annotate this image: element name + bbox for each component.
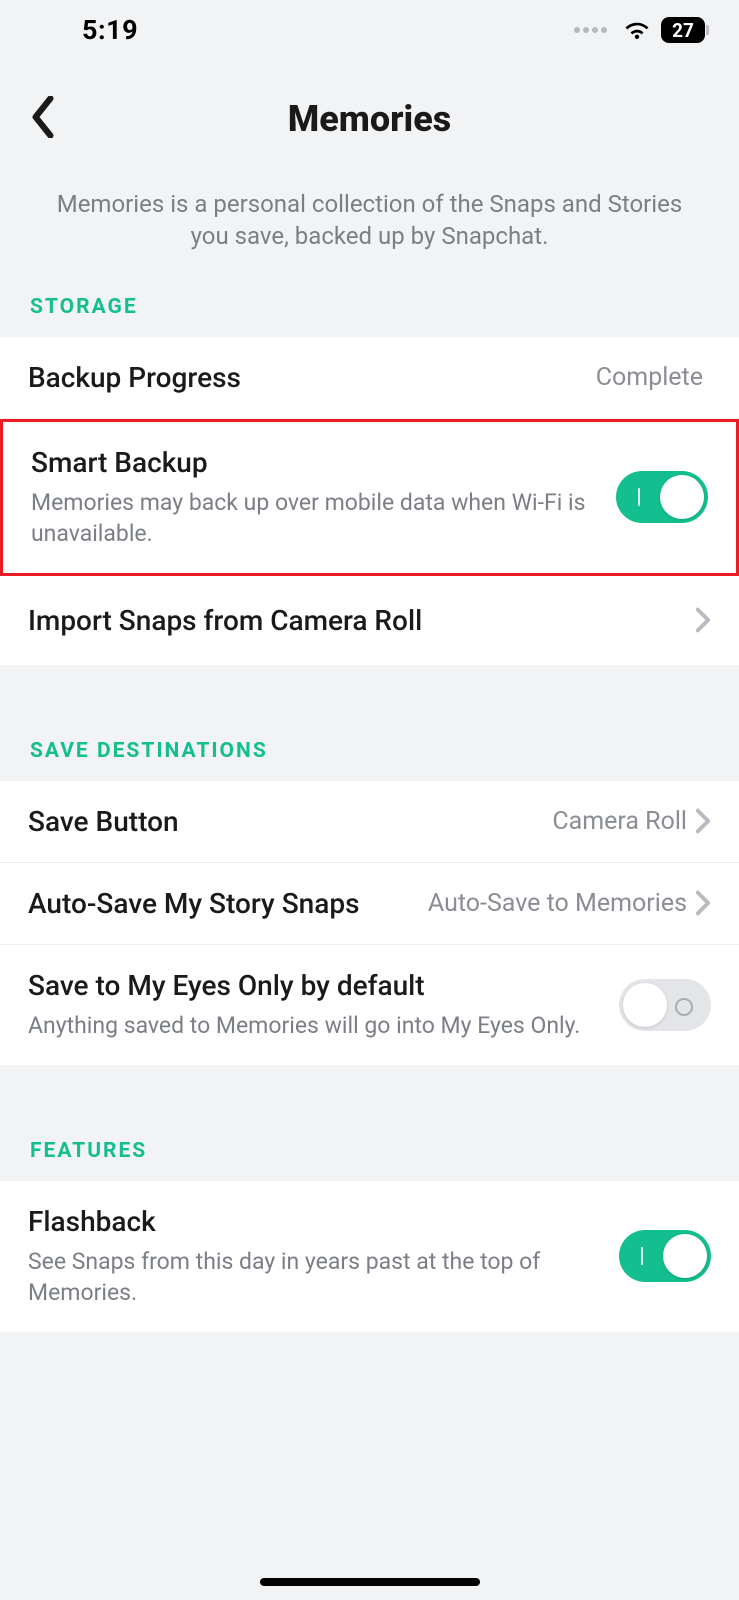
page-description: Memories is a personal collection of the… xyxy=(0,170,739,283)
section-header-storage: STORAGE xyxy=(0,283,739,337)
signal-dots-icon xyxy=(574,27,607,33)
home-indicator[interactable] xyxy=(260,1578,480,1586)
chevron-right-icon xyxy=(695,890,711,916)
battery-level: 27 xyxy=(661,17,705,43)
smart-backup-label: Smart Backup xyxy=(31,446,616,479)
eyes-only-label: Save to My Eyes Only by default xyxy=(28,969,619,1002)
header: Memories xyxy=(0,60,739,170)
row-backup-progress[interactable]: Backup Progress Complete xyxy=(0,337,739,419)
flashback-label: Flashback xyxy=(28,1205,619,1238)
auto-save-label: Auto-Save My Story Snaps xyxy=(28,887,428,920)
wifi-icon xyxy=(623,19,651,41)
chevron-right-icon xyxy=(695,808,711,834)
page-title: Memories xyxy=(28,98,711,140)
chevron-right-icon xyxy=(695,607,711,633)
section-header-features: FEATURES xyxy=(0,1127,739,1181)
row-import-snaps[interactable]: Import Snaps from Camera Roll xyxy=(0,576,739,665)
flashback-sub: See Snaps from this day in years past at… xyxy=(28,1246,619,1308)
row-eyes-only[interactable]: Save to My Eyes Only by default Anything… xyxy=(0,945,739,1065)
backup-progress-value: Complete xyxy=(596,363,703,392)
smart-backup-toggle[interactable] xyxy=(616,471,708,523)
chevron-left-icon xyxy=(28,96,58,138)
status-right: 27 xyxy=(574,17,709,43)
row-auto-save[interactable]: Auto-Save My Story Snaps Auto-Save to Me… xyxy=(0,863,739,945)
flashback-toggle[interactable] xyxy=(619,1230,711,1282)
save-button-label: Save Button xyxy=(28,805,552,838)
eyes-only-sub: Anything saved to Memories will go into … xyxy=(28,1010,619,1041)
save-button-value: Camera Roll xyxy=(552,807,687,836)
row-flashback[interactable]: Flashback See Snaps from this day in yea… xyxy=(0,1181,739,1332)
eyes-only-toggle[interactable] xyxy=(619,979,711,1031)
status-time: 5:19 xyxy=(82,14,138,46)
status-bar: 5:19 27 xyxy=(0,0,739,60)
row-smart-backup[interactable]: Smart Backup Memories may back up over m… xyxy=(0,419,739,576)
import-snaps-label: Import Snaps from Camera Roll xyxy=(28,604,695,637)
smart-backup-sub: Memories may back up over mobile data wh… xyxy=(31,487,616,549)
back-button[interactable] xyxy=(28,96,58,142)
backup-progress-label: Backup Progress xyxy=(28,361,596,394)
battery-tip-icon xyxy=(706,25,709,35)
row-save-button[interactable]: Save Button Camera Roll xyxy=(0,781,739,863)
section-header-save-destinations: SAVE DESTINATIONS xyxy=(0,727,739,781)
auto-save-value: Auto-Save to Memories xyxy=(428,889,687,918)
